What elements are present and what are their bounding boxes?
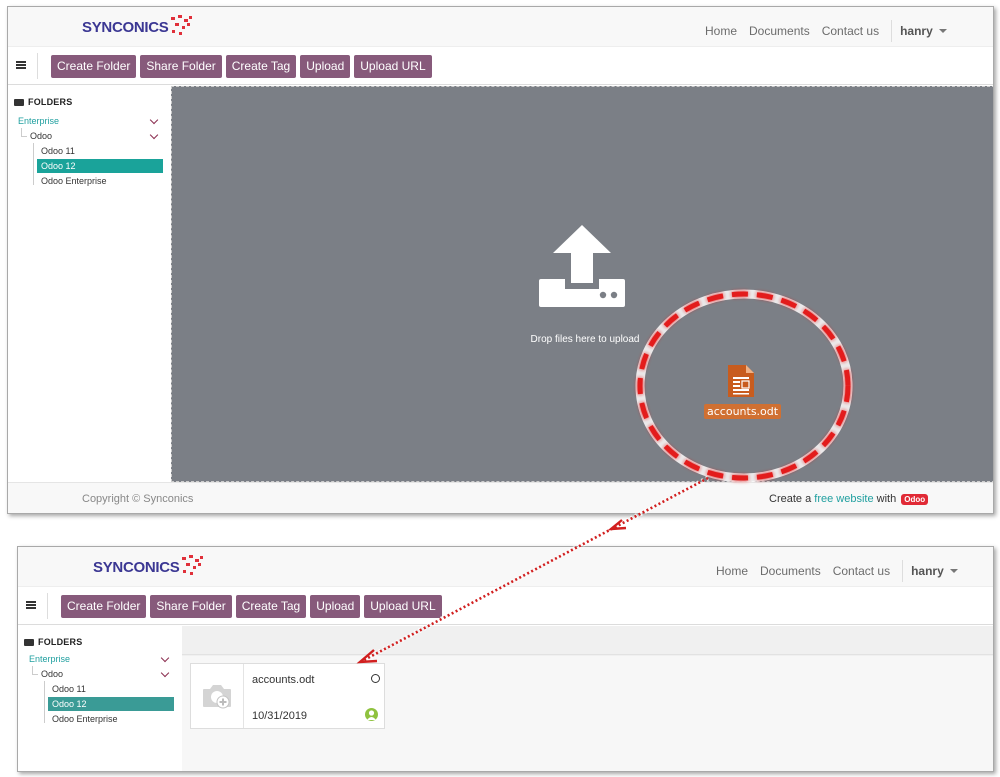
chevron-down-icon[interactable] [149,115,159,125]
folders-heading-label: FOLDERS [28,97,73,107]
sidebar-item-odoo-11[interactable]: Odoo 11 [41,144,75,158]
caret-down-icon [949,569,958,573]
top-navbar: SYNCONICS Home Documents Contact us hanr… [8,7,993,47]
folder-open-icon [14,98,24,106]
sidebar-item-odoo-12[interactable]: Odoo 12 [37,159,163,173]
screenshot-before: SYNCONICS Home Documents Contact us hanr… [7,6,994,514]
logo-text: SYNCONICS [93,558,180,576]
user-name: hanry [900,24,933,38]
share-folder-button[interactable]: Share Folder [140,55,222,78]
sidebar-item-odoo[interactable]: Odoo [30,129,52,143]
hamburger-icon[interactable] [16,61,26,69]
sidebar-item-enterprise[interactable]: Enterprise [29,652,70,666]
upload-url-button[interactable]: Upload URL [364,595,442,618]
free-website-link[interactable]: free website [814,493,873,505]
screenshot-after: SYNCONICS Home Documents Contact us hanr… [17,546,994,772]
document-select-radio[interactable] [371,674,380,683]
upload-dropzone[interactable]: Drop files here to upload accounts.odt [171,86,993,482]
nav-contact[interactable]: Contact us [833,564,890,578]
chevron-down-icon[interactable] [160,668,170,678]
sidebar-item-odoo-enterprise[interactable]: Odoo Enterprise [52,712,118,726]
nav-contact[interactable]: Contact us [822,24,879,38]
nav-documents[interactable]: Documents [760,564,821,578]
user-menu[interactable]: hanry [900,24,947,38]
nav-links: Home Documents Contact us hanry [705,20,947,42]
sidebar-item-odoo-11[interactable]: Odoo 11 [52,682,86,696]
copyright: Copyright © Synconics [82,493,194,505]
tree-line [33,143,34,185]
create-folder-button[interactable]: Create Folder [61,595,147,618]
upload-url-button[interactable]: Upload URL [354,55,432,78]
sidebar-item-enterprise[interactable]: Enterprise [18,114,59,128]
create-tag-button[interactable]: Create Tag [235,595,307,618]
document-card[interactable]: accounts.odt 10/31/2019 [190,663,385,729]
folders-heading-label: FOLDERS [38,637,83,647]
nav-links: Home Documents Contact us hanry [716,560,958,582]
upload-button[interactable]: Upload [300,55,351,78]
document-date: 10/31/2019 [252,710,308,722]
brand-logo[interactable]: SYNCONICS [82,15,195,39]
folders-heading: FOLDERS [24,637,82,647]
nav-home[interactable]: Home [705,24,737,38]
odt-file-icon [728,365,754,397]
upload-button[interactable]: Upload [310,595,361,618]
arrowhead-icon [607,519,627,531]
create-folder-button[interactable]: Create Folder [51,55,137,78]
hamburger-icon[interactable] [26,601,36,609]
share-folder-button[interactable]: Share Folder [150,595,232,618]
brand-logo[interactable]: SYNCONICS [93,555,206,579]
dragged-file-name: accounts.odt [704,404,782,419]
action-toolbar: Create Folder Share Folder Create Tag Up… [18,587,993,625]
sidebar-item-odoo-12[interactable]: Odoo 12 [48,697,174,711]
logo-pixels-icon [169,15,195,39]
nav-separator [902,560,904,582]
toolbar-buttons: Create Folder Share Folder Create Tag Up… [51,55,436,78]
nav-documents[interactable]: Documents [749,24,810,38]
toolbar-separator [37,53,38,79]
folder-open-icon [24,638,34,646]
footer-credit: Create a free website with Odoo [769,493,929,505]
credit-mid: with [876,493,897,505]
camera-plus-icon [203,685,231,709]
document-name[interactable]: accounts.odt [252,674,314,686]
create-tag-button[interactable]: Create Tag [225,55,297,78]
odoo-badge[interactable]: Odoo [901,493,929,505]
documents-area: accounts.odt 10/31/2019 [182,626,993,771]
user-avatar-icon [365,708,378,721]
dropzone-label: Drop files here to upload [530,334,640,345]
tree-line [44,681,45,723]
logo-pixels-icon [180,555,206,579]
chevron-down-icon[interactable] [149,130,159,140]
action-toolbar: Create Folder Share Folder Create Tag Up… [8,47,993,85]
dragged-file[interactable]: accounts.odt [704,363,782,419]
credit-prefix: Create a [769,493,812,505]
page-footer: Copyright © Synconics Create a free webs… [8,482,993,513]
top-navbar: SYNCONICS Home Documents Contact us hanr… [18,547,993,587]
sidebar-item-odoo[interactable]: Odoo [41,667,63,681]
caret-down-icon [938,29,947,33]
upload-icon [539,225,625,307]
toolbar-buttons: Create Folder Share Folder Create Tag Up… [61,595,446,618]
logo-text: SYNCONICS [82,18,169,36]
nav-home[interactable]: Home [716,564,748,578]
chevron-down-icon[interactable] [160,653,170,663]
user-menu[interactable]: hanry [911,564,958,578]
sidebar-item-odoo-enterprise[interactable]: Odoo Enterprise [41,174,107,188]
documents-control-strip [182,626,993,655]
document-thumbnail [191,664,244,728]
user-name: hanry [911,564,944,578]
tree-line [21,128,22,136]
tree-line [32,666,33,674]
toolbar-separator [47,593,48,619]
folders-heading: FOLDERS [14,97,72,107]
nav-separator [891,20,893,42]
tree-line [21,136,27,137]
tree-line [32,674,38,675]
